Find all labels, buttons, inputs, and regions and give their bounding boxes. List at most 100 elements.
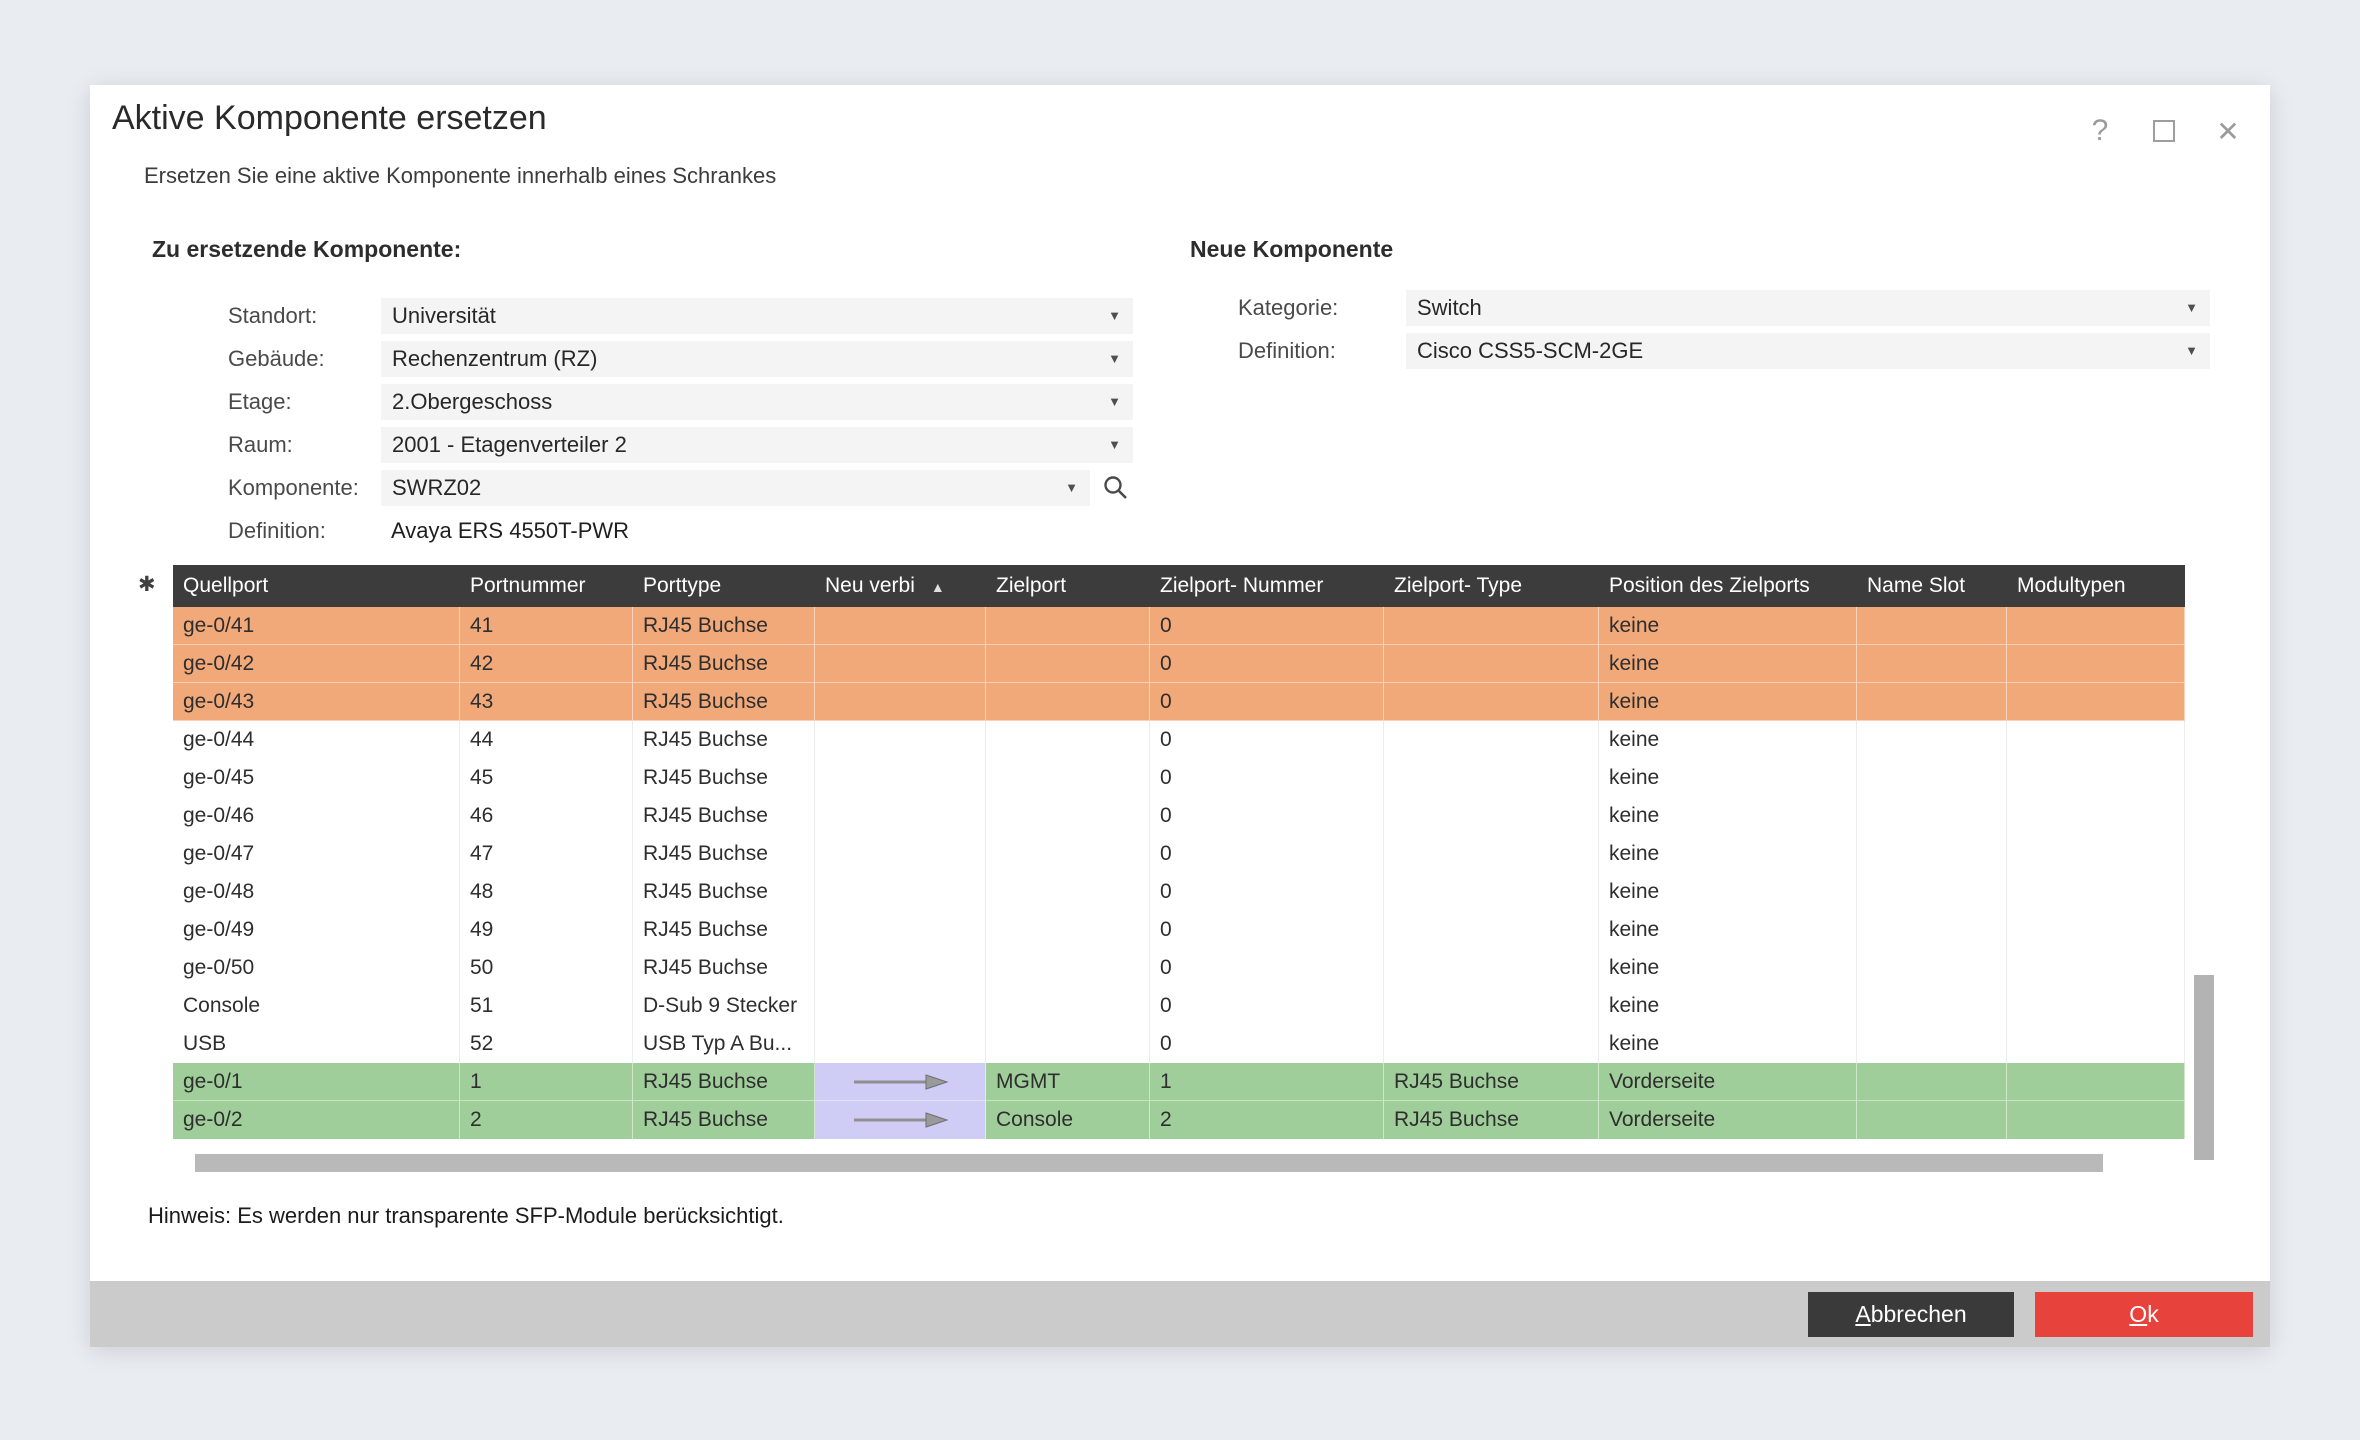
cell-zielport_type: [1384, 645, 1599, 683]
table-row[interactable]: ge-0/4848RJ45 Buchse0keine: [173, 873, 2185, 911]
table-row[interactable]: ge-0/11RJ45 BuchseMGMT1RJ45 BuchseVorder…: [173, 1063, 2185, 1101]
table-row[interactable]: ge-0/4242RJ45 Buchse0keine: [173, 645, 2185, 683]
cell-quellport: ge-0/49: [173, 911, 460, 949]
cell-zielport_nummer: 0: [1150, 987, 1384, 1025]
cell-position: Vorderseite: [1599, 1063, 1857, 1101]
komponente-label: Komponente:: [228, 470, 359, 506]
table-row[interactable]: ge-0/4545RJ45 Buchse0keine: [173, 759, 2185, 797]
komponente-dropdown[interactable]: SWRZ02 ▼: [381, 470, 1090, 506]
table-row[interactable]: ge-0/22RJ45 BuchseConsole2RJ45 BuchseVor…: [173, 1101, 2185, 1139]
sort-ascending-icon: ▲: [931, 579, 945, 595]
cell-zielport: Console: [986, 1101, 1150, 1139]
cell-modultypen: [2007, 987, 2185, 1025]
chevron-down-icon: ▼: [2185, 333, 2198, 369]
raum-dropdown[interactable]: 2001 - Etagenverteiler 2 ▼: [381, 427, 1133, 463]
cell-position: keine: [1599, 759, 1857, 797]
cancel-button[interactable]: Abbrechen: [1808, 1292, 2014, 1337]
cell-portnummer: 42: [460, 645, 633, 683]
vertical-scrollbar-thumb[interactable]: [2194, 975, 2214, 1160]
cell-porttype: RJ45 Buchse: [633, 911, 815, 949]
cell-zielport_type: [1384, 873, 1599, 911]
column-header-zielport_type[interactable]: Zielport- Type: [1384, 565, 1599, 607]
cell-zielport: [986, 835, 1150, 873]
cell-modultypen: [2007, 911, 2185, 949]
table-header-row: QuellportPortnummerPorttypeNeu verbi▲Zie…: [173, 565, 2185, 607]
cell-neu_verbi: [815, 835, 986, 873]
column-header-quellport[interactable]: Quellport: [173, 565, 460, 607]
cell-zielport_nummer: 0: [1150, 645, 1384, 683]
gebaeude-value: Rechenzentrum (RZ): [392, 346, 597, 371]
cell-porttype: RJ45 Buchse: [633, 759, 815, 797]
column-header-modultypen[interactable]: Modultypen: [2007, 565, 2185, 607]
column-header-position[interactable]: Position des Zielports: [1599, 565, 1857, 607]
table-row[interactable]: ge-0/4949RJ45 Buchse0keine: [173, 911, 2185, 949]
chevron-down-icon: ▼: [2185, 290, 2198, 326]
cell-zielport_type: RJ45 Buchse: [1384, 1101, 1599, 1139]
cell-zielport: [986, 949, 1150, 987]
cell-position: keine: [1599, 949, 1857, 987]
cell-position: keine: [1599, 835, 1857, 873]
chevron-down-icon: ▼: [1108, 298, 1121, 334]
new-definition-dropdown[interactable]: Cisco CSS5-SCM-2GE ▼: [1406, 333, 2210, 369]
cell-neu_verbi: [815, 607, 986, 645]
table-row[interactable]: ge-0/4444RJ45 Buchse0keine: [173, 721, 2185, 759]
standort-dropdown[interactable]: Universität ▼: [381, 298, 1133, 334]
close-icon[interactable]: ✕: [2208, 111, 2248, 151]
cell-porttype: RJ45 Buchse: [633, 1101, 815, 1139]
cell-porttype: RJ45 Buchse: [633, 835, 815, 873]
kategorie-dropdown[interactable]: Switch ▼: [1406, 290, 2210, 326]
cell-name_slot: [1857, 607, 2007, 645]
chevron-down-icon: ▼: [1108, 427, 1121, 463]
cell-modultypen: [2007, 1025, 2185, 1063]
cell-porttype: RJ45 Buchse: [633, 797, 815, 835]
cell-porttype: RJ45 Buchse: [633, 683, 815, 721]
desktop-background: { "window": { "title": "Aktive Komponent…: [0, 0, 2360, 1440]
table-row[interactable]: ge-0/5050RJ45 Buchse0keine: [173, 949, 2185, 987]
help-icon[interactable]: ?: [2080, 111, 2120, 151]
cell-zielport_type: [1384, 797, 1599, 835]
cell-portnummer: 48: [460, 873, 633, 911]
search-icon[interactable]: [1102, 474, 1130, 502]
column-settings-icon[interactable]: ✱: [138, 572, 156, 597]
table-row[interactable]: ge-0/4646RJ45 Buchse0keine: [173, 797, 2185, 835]
gebaeude-dropdown[interactable]: Rechenzentrum (RZ) ▼: [381, 341, 1133, 377]
cell-zielport: [986, 645, 1150, 683]
cell-quellport: ge-0/45: [173, 759, 460, 797]
cell-zielport_nummer: 0: [1150, 797, 1384, 835]
column-header-name_slot[interactable]: Name Slot: [1857, 565, 2007, 607]
table-row[interactable]: ge-0/4141RJ45 Buchse0keine: [173, 607, 2185, 645]
cell-name_slot: [1857, 759, 2007, 797]
ok-button[interactable]: Ok: [2035, 1292, 2253, 1337]
cell-portnummer: 46: [460, 797, 633, 835]
column-header-portnummer[interactable]: Portnummer: [460, 565, 633, 607]
cell-position: keine: [1599, 987, 1857, 1025]
cell-name_slot: [1857, 873, 2007, 911]
maximize-icon[interactable]: [2144, 111, 2184, 151]
cell-quellport: Console: [173, 987, 460, 1025]
horizontal-scrollbar-thumb[interactable]: [195, 1154, 2103, 1172]
etage-dropdown[interactable]: 2.Obergeschoss ▼: [381, 384, 1133, 420]
table-row[interactable]: USB52USB Typ A Bu...0keine: [173, 1025, 2185, 1063]
cell-modultypen: [2007, 721, 2185, 759]
cell-name_slot: [1857, 645, 2007, 683]
cell-neu_verbi: [815, 759, 986, 797]
cell-quellport: ge-0/41: [173, 607, 460, 645]
cell-name_slot: [1857, 1063, 2007, 1101]
column-header-zielport[interactable]: Zielport: [986, 565, 1150, 607]
cell-porttype: D-Sub 9 Stecker: [633, 987, 815, 1025]
cell-porttype: RJ45 Buchse: [633, 949, 815, 987]
column-header-zielport_nummer[interactable]: Zielport- Nummer: [1150, 565, 1384, 607]
replace-component-dialog: Aktive Komponente ersetzen Ersetzen Sie …: [90, 85, 2270, 1347]
column-header-neu_verbi[interactable]: Neu verbi▲: [815, 565, 986, 607]
cell-portnummer: 43: [460, 683, 633, 721]
column-header-porttype[interactable]: Porttype: [633, 565, 815, 607]
cell-neu_verbi: [815, 797, 986, 835]
table-row[interactable]: ge-0/4747RJ45 Buchse0keine: [173, 835, 2185, 873]
reconnect-arrow-icon: [815, 1063, 986, 1101]
cell-porttype: RJ45 Buchse: [633, 1063, 815, 1101]
raum-label: Raum:: [228, 427, 293, 463]
cell-zielport_nummer: 0: [1150, 1025, 1384, 1063]
table-row[interactable]: ge-0/4343RJ45 Buchse0keine: [173, 683, 2185, 721]
table-row[interactable]: Console51D-Sub 9 Stecker0keine: [173, 987, 2185, 1025]
cell-zielport: [986, 683, 1150, 721]
